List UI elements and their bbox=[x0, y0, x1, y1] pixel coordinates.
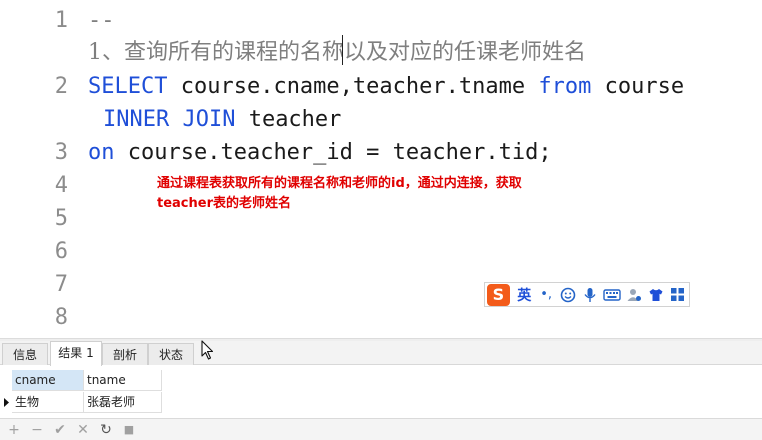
current-row-arrow-icon bbox=[0, 392, 12, 413]
column-header-cname[interactable]: cname bbox=[12, 370, 84, 391]
tab-status[interactable]: 状态 bbox=[148, 343, 194, 365]
ime-toolbar[interactable]: S 英 •, bbox=[484, 282, 690, 307]
line-number: 4 bbox=[54, 173, 68, 198]
text-caret bbox=[342, 35, 343, 65]
keyword-inner-join: INNER JOIN bbox=[103, 107, 236, 132]
refresh-button[interactable]: ↻ bbox=[97, 421, 115, 439]
keyboard-icon[interactable] bbox=[601, 284, 622, 306]
stop-button[interactable]: ■ bbox=[120, 421, 138, 439]
user-icon[interactable] bbox=[623, 284, 644, 306]
line-number: 3 bbox=[54, 140, 68, 165]
emoji-icon[interactable] bbox=[558, 284, 579, 306]
apply-changes-button[interactable]: ✔ bbox=[51, 421, 69, 439]
mouse-pointer-icon bbox=[201, 340, 215, 364]
sql-join-line: INNER JOIN teacher bbox=[103, 103, 341, 136]
column-header-tname[interactable]: tname bbox=[84, 370, 162, 391]
result-grid: cname tname 生物 张磊老师 bbox=[0, 366, 762, 418]
tab-result-1[interactable]: 结果 1 bbox=[50, 341, 102, 366]
keyword-from: from bbox=[538, 74, 592, 99]
tab-info[interactable]: 信息 bbox=[2, 343, 48, 365]
line-number: 1 bbox=[54, 8, 68, 33]
tab-profile[interactable]: 剖析 bbox=[102, 343, 148, 365]
sql-table: course bbox=[591, 74, 685, 99]
discard-changes-button[interactable]: ✕ bbox=[74, 421, 92, 439]
line-number: 6 bbox=[54, 239, 68, 264]
grid-header-row: cname tname bbox=[0, 370, 162, 391]
ime-language-toggle[interactable]: 英 bbox=[514, 284, 535, 306]
add-record-button[interactable]: + bbox=[5, 421, 23, 439]
grid-toolbar: + − ✔ ✕ ↻ ■ bbox=[0, 418, 762, 440]
delete-record-button[interactable]: − bbox=[28, 421, 46, 439]
keyword-on: on bbox=[88, 140, 115, 165]
annotation-line-1: 通过课程表获取所有的课程名称和老师的id，通过内连接，获取 bbox=[157, 176, 522, 191]
line-number: 7 bbox=[54, 272, 68, 297]
line-number: 8 bbox=[54, 305, 68, 330]
cell-cname[interactable]: 生物 bbox=[12, 392, 84, 413]
comment-dashes: -- bbox=[88, 8, 115, 33]
ime-logo-icon[interactable]: S bbox=[487, 283, 510, 306]
keyword-select: SELECT bbox=[88, 74, 168, 99]
sql-condition: course.teacher_id = teacher.tid; bbox=[114, 140, 552, 165]
comment-text: 1、查询所有的课程的名称以及对应的任课老师姓名 bbox=[88, 40, 586, 65]
sql-columns: course.cname,teacher.tname bbox=[167, 74, 539, 99]
table-row[interactable]: 生物 张磊老师 bbox=[0, 392, 162, 413]
sql-select-line: SELECT course.cname,teacher.tname from c… bbox=[88, 70, 684, 103]
ime-punctuation-toggle[interactable]: •, bbox=[536, 284, 557, 306]
shirt-icon[interactable] bbox=[645, 284, 666, 306]
cell-tname[interactable]: 张磊老师 bbox=[84, 392, 162, 413]
annotation-line-2: teacher表的老师姓名 bbox=[157, 196, 291, 211]
line-number: 2 bbox=[54, 74, 68, 99]
sql-join-table: teacher bbox=[235, 107, 342, 132]
sql-on-line: on course.teacher_id = teacher.tid; bbox=[88, 136, 552, 169]
microphone-icon[interactable] bbox=[580, 284, 601, 306]
grid-icon[interactable] bbox=[667, 284, 688, 306]
line-number: 5 bbox=[54, 206, 68, 231]
result-tabs: 信息 结果 1 剖析 状态 bbox=[0, 341, 762, 366]
